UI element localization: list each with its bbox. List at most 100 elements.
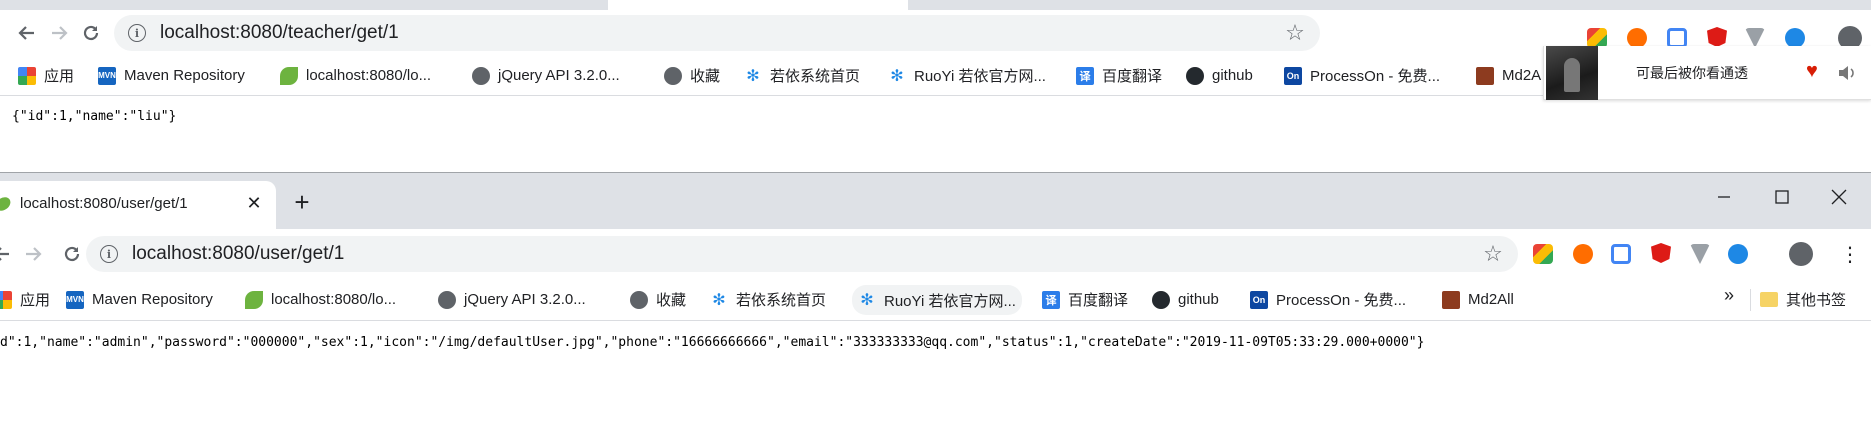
extension-vue-icon[interactable]: [1745, 28, 1765, 48]
star-icon[interactable]: ☆: [1482, 243, 1504, 265]
bookmark-label: 应用: [44, 68, 75, 85]
extension-globe-icon[interactable]: [1728, 244, 1748, 264]
address-bar-url[interactable]: localhost:8080/user/get/1: [132, 243, 344, 265]
reload-button[interactable]: [56, 238, 88, 270]
bookmark-github[interactable]: github: [1152, 279, 1219, 320]
back-button[interactable]: [11, 17, 43, 49]
close-window-button[interactable]: [1827, 185, 1851, 209]
bookmark-label: 收藏: [656, 292, 687, 309]
maven-icon: MVN: [98, 66, 116, 85]
extension-angular-icon[interactable]: [1651, 243, 1671, 263]
github-icon: [1152, 290, 1170, 309]
bookmark-baidu-translate[interactable]: 译 百度翻译: [1042, 279, 1128, 320]
bookmark-apps[interactable]: 应用: [18, 56, 74, 95]
bookmark-maven[interactable]: MVN Maven Repository: [98, 56, 245, 95]
window2-page-content: d":1,"name":"admin","password":"000000",…: [0, 322, 1871, 429]
apps-grid-icon: [0, 290, 12, 309]
bookmark-label: Md2All: [1468, 291, 1514, 308]
bookmark-ruoyi-home[interactable]: ✻ 若依系统首页: [744, 56, 860, 95]
extension-infinity-icon[interactable]: [1573, 244, 1593, 264]
bookmark-md2all[interactable]: Md2All: [1442, 279, 1514, 320]
tab-user-get[interactable]: localhost:8080/user/get/1 ✕: [0, 181, 276, 229]
bookmark-label: ProcessOn - 免费...: [1310, 68, 1441, 85]
song-title: 可最后被你看通透: [1636, 65, 1748, 81]
kebab-menu-icon[interactable]: ⋮: [1834, 238, 1866, 270]
extension-sync-icon[interactable]: [1667, 28, 1687, 48]
star-icon[interactable]: ☆: [1284, 22, 1306, 44]
bookmark-jquery[interactable]: jQuery API 3.2.0...: [472, 56, 620, 95]
extension-colorful-icon[interactable]: [1587, 28, 1607, 48]
bookmark-jquery[interactable]: jQuery API 3.2.0...: [438, 279, 586, 320]
bookmark-label: 应用: [20, 292, 51, 309]
heart-icon[interactable]: ♥: [1806, 60, 1818, 83]
bookmark-baidu-translate[interactable]: 译 百度翻译: [1076, 56, 1162, 95]
forward-button[interactable]: [43, 17, 75, 49]
minimize-button[interactable]: [1712, 185, 1736, 209]
bookmark-label: localhost:8080/lo...: [271, 291, 397, 308]
volume-icon[interactable]: [1836, 62, 1858, 84]
window2-bookmarks-bar: 应用 MVN Maven Repository localhost:8080/l…: [0, 279, 1871, 321]
extension-globe-icon[interactable]: [1785, 28, 1805, 48]
extension-colorful-icon[interactable]: [1533, 244, 1553, 264]
globe-icon: [438, 290, 456, 309]
bookmark-processon[interactable]: On ProcessOn - 免费...: [1284, 56, 1440, 95]
window1-tabstrip: [0, 0, 1871, 10]
bookmark-ruoyi-official[interactable]: ✻ RuoYi 若依官方网...: [888, 56, 1046, 95]
processon-icon: On: [1284, 66, 1302, 85]
extension-vue-icon[interactable]: [1690, 244, 1710, 264]
globe-icon: [664, 66, 682, 85]
ruoyi-icon: ✻: [860, 292, 874, 309]
profile-icon[interactable]: [1789, 242, 1813, 266]
close-icon[interactable]: ✕: [244, 193, 264, 213]
extension-angular-icon[interactable]: [1707, 27, 1727, 47]
bookmark-label: jQuery API 3.2.0...: [498, 67, 620, 84]
address-bar[interactable]: i localhost:8080/user/get/1 ☆: [86, 236, 1518, 272]
bookmark-other-folder[interactable]: 其他书签: [1760, 279, 1846, 320]
bookmarks-divider: [1750, 289, 1751, 311]
new-tab-button[interactable]: +: [288, 189, 316, 217]
bookmark-localhost[interactable]: localhost:8080/lo...: [245, 279, 396, 320]
bookmarks-overflow-chevron[interactable]: »: [1724, 275, 1734, 316]
info-icon[interactable]: i: [128, 24, 146, 42]
globe-icon: [472, 66, 490, 85]
bookmark-localhost[interactable]: localhost:8080/lo...: [280, 56, 431, 95]
spring-leaf-icon: [280, 66, 298, 85]
music-player-popup[interactable]: 可最后被你看通透 ♥: [1543, 46, 1871, 100]
reload-button[interactable]: [75, 17, 107, 49]
bookmark-processon[interactable]: On ProcessOn - 免费...: [1250, 279, 1406, 320]
address-bar[interactable]: i localhost:8080/teacher/get/1 ☆: [114, 15, 1320, 51]
bookmark-ruoyi-home[interactable]: ✻ 若依系统首页: [710, 279, 826, 320]
bookmark-label: Md2A: [1502, 67, 1542, 84]
plus-icon: +: [294, 187, 310, 217]
reload-icon: [83, 25, 99, 41]
bookmark-ruoyi-official[interactable]: ✻ RuoYi 若依官方网...: [852, 285, 1022, 315]
bookmark-label: github: [1178, 291, 1219, 308]
bookmark-label: github: [1212, 67, 1253, 84]
ruoyi-icon: ✻: [712, 291, 726, 309]
bookmark-apps[interactable]: 应用: [0, 279, 50, 320]
bookmark-label: 收藏: [690, 68, 721, 85]
bookmark-favorites[interactable]: 收藏: [630, 279, 686, 320]
bookmark-label: RuoYi 若依官方网...: [914, 68, 1046, 85]
info-icon[interactable]: i: [100, 245, 118, 263]
ruoyi-icon: ✻: [890, 67, 904, 85]
window2-toolbar: i localhost:8080/user/get/1 ☆ ⋮: [0, 229, 1871, 279]
ruoyi-icon: ✻: [746, 67, 760, 85]
window2: localhost:8080/user/get/1 ✕ + i localhos…: [0, 172, 1871, 429]
maximize-button[interactable]: [1770, 185, 1794, 209]
extension-infinity-icon[interactable]: [1627, 28, 1647, 48]
bookmark-maven[interactable]: MVN Maven Repository: [66, 279, 213, 320]
maximize-icon: [1775, 190, 1789, 204]
forward-button[interactable]: [17, 238, 49, 270]
bookmark-github[interactable]: github: [1186, 56, 1253, 95]
bookmark-favorites[interactable]: 收藏: [664, 56, 720, 95]
address-bar-url[interactable]: localhost:8080/teacher/get/1: [160, 22, 399, 44]
md2all-icon: [1442, 290, 1460, 309]
extension-sync-icon[interactable]: [1611, 244, 1631, 264]
apps-grid-icon: [18, 66, 36, 85]
arrow-left-icon: [18, 26, 34, 40]
window1-active-tab[interactable]: [608, 0, 908, 10]
bookmark-md2all[interactable]: Md2A: [1476, 56, 1541, 95]
translate-icon: 译: [1076, 66, 1094, 85]
back-button[interactable]: [0, 238, 18, 270]
